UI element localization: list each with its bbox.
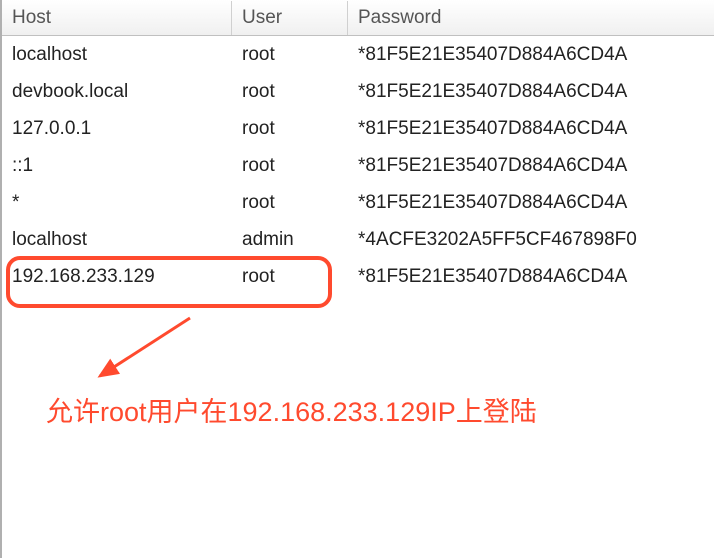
cell-host[interactable]: ::1 xyxy=(2,151,232,181)
cell-host[interactable]: localhost xyxy=(2,225,232,255)
cell-password[interactable]: *81F5E21E35407D884A6CD4A xyxy=(348,188,714,218)
column-header-user[interactable]: User xyxy=(232,1,348,35)
annotation-text: 允许root用户在192.168.233.129IP上登陆 xyxy=(46,390,537,429)
cell-password[interactable]: *81F5E21E35407D884A6CD4A xyxy=(348,40,714,70)
cell-host[interactable]: 127.0.0.1 xyxy=(2,114,232,144)
cell-user[interactable]: root xyxy=(232,188,348,218)
cell-host[interactable]: * xyxy=(2,188,232,218)
user-table: Host User Password localhost root *81F5E… xyxy=(0,0,714,558)
cell-user[interactable]: root xyxy=(232,40,348,70)
table-row[interactable]: devbook.local root *81F5E21E35407D884A6C… xyxy=(2,73,714,110)
table-body: localhost root *81F5E21E35407D884A6CD4A … xyxy=(2,36,714,295)
cell-host[interactable]: 192.168.233.129 xyxy=(2,262,232,292)
cell-password[interactable]: *4ACFE3202A5FF5CF467898F0 xyxy=(348,225,714,255)
table-row[interactable]: localhost root *81F5E21E35407D884A6CD4A xyxy=(2,36,714,73)
column-header-password[interactable]: Password xyxy=(348,1,714,35)
table-row[interactable]: * root *81F5E21E35407D884A6CD4A xyxy=(2,184,714,221)
table-row[interactable]: localhost admin *4ACFE3202A5FF5CF467898F… xyxy=(2,221,714,258)
cell-user[interactable]: admin xyxy=(232,225,348,255)
cell-user[interactable]: root xyxy=(232,77,348,107)
cell-password[interactable]: *81F5E21E35407D884A6CD4A xyxy=(348,262,714,292)
table-row[interactable]: 127.0.0.1 root *81F5E21E35407D884A6CD4A xyxy=(2,110,714,147)
table-row[interactable]: 192.168.233.129 root *81F5E21E35407D884A… xyxy=(2,258,714,295)
cell-host[interactable]: devbook.local xyxy=(2,77,232,107)
cell-password[interactable]: *81F5E21E35407D884A6CD4A xyxy=(348,114,714,144)
table-header: Host User Password xyxy=(2,0,714,36)
cell-user[interactable]: root xyxy=(232,262,348,292)
cell-password[interactable]: *81F5E21E35407D884A6CD4A xyxy=(348,77,714,107)
cell-user[interactable]: root xyxy=(232,151,348,181)
cell-host[interactable]: localhost xyxy=(2,40,232,70)
table-row[interactable]: ::1 root *81F5E21E35407D884A6CD4A xyxy=(2,147,714,184)
cell-password[interactable]: *81F5E21E35407D884A6CD4A xyxy=(348,151,714,181)
cell-user[interactable]: root xyxy=(232,114,348,144)
column-header-host[interactable]: Host xyxy=(2,1,232,35)
